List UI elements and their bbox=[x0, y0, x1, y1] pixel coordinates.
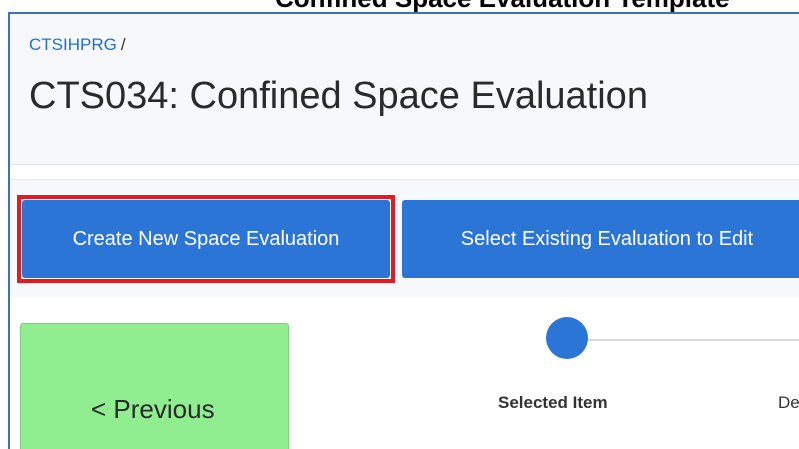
step-label-next: De bbox=[778, 393, 799, 412]
create-new-space-evaluation-button[interactable]: Create New Space Evaluation bbox=[22, 200, 390, 278]
breadcrumb-separator: / bbox=[120, 35, 126, 54]
spacer bbox=[10, 165, 799, 179]
stepper-line bbox=[563, 339, 799, 341]
wizard-content: < Previous Selected Item De bbox=[10, 297, 799, 449]
screen: Confined Space Evaluation Template CTSIH… bbox=[0, 0, 799, 449]
breadcrumb: CTSIHPRG / bbox=[29, 35, 126, 55]
clipped-heading-strip: Confined Space Evaluation Template bbox=[0, 0, 799, 12]
breadcrumb-link-ctsihprg[interactable]: CTSIHPRG bbox=[29, 35, 117, 54]
main-panel: CTSIHPRG / CTS034: Confined Space Evaluat… bbox=[8, 12, 799, 449]
page-header: CTSIHPRG / CTS034: Confined Space Evaluat… bbox=[10, 14, 799, 165]
step-label-selected-item: Selected Item bbox=[498, 393, 608, 412]
previous-label: < Previous bbox=[91, 394, 215, 424]
action-toolbar: Create New Space Evaluation Select Exist… bbox=[10, 179, 799, 299]
previous-button[interactable]: < Previous bbox=[20, 323, 289, 449]
clipped-heading: Confined Space Evaluation Template bbox=[275, 0, 730, 12]
step-dot-icon[interactable] bbox=[546, 317, 588, 359]
select-existing-evaluation-button[interactable]: Select Existing Evaluation to Edit bbox=[402, 200, 799, 278]
page-title: CTS034: Confined Space Evaluation bbox=[29, 75, 648, 117]
